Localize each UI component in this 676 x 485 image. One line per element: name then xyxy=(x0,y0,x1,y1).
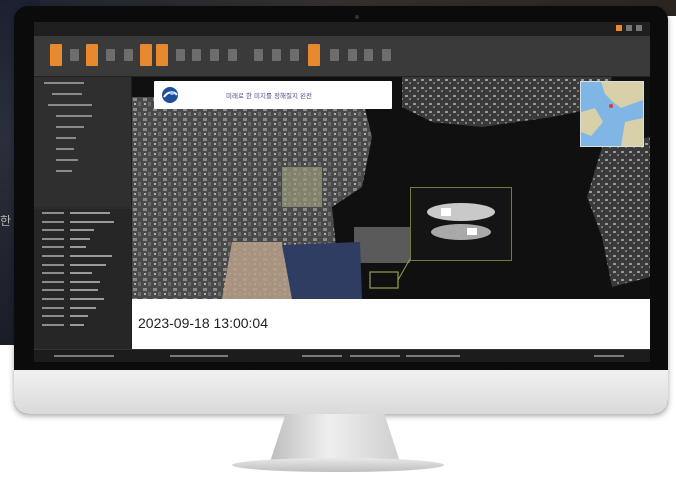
tool-draw-icon[interactable] xyxy=(210,49,219,61)
region-minimap[interactable] xyxy=(580,81,644,147)
property-row xyxy=(34,321,131,330)
tree-item[interactable] xyxy=(56,157,131,165)
tree-item[interactable] xyxy=(56,168,131,176)
title-bar xyxy=(34,22,650,36)
monitor-chin xyxy=(14,370,668,414)
tool-record-icon[interactable] xyxy=(308,44,320,66)
property-row xyxy=(34,243,131,252)
ship-closeup xyxy=(411,188,511,260)
timestamp-bar: 2023-09-18 13:00:04 xyxy=(132,299,650,349)
background-edge-label: 한 xyxy=(0,214,12,228)
globe-swirl-icon xyxy=(162,87,178,103)
tree-item[interactable] xyxy=(48,102,131,110)
tree-item[interactable] xyxy=(56,124,131,132)
tree-item[interactable] xyxy=(44,80,131,88)
property-row xyxy=(34,261,131,270)
property-row xyxy=(34,209,131,218)
tool-settings-icon[interactable] xyxy=(330,49,339,61)
property-row xyxy=(34,235,131,244)
pin-icon[interactable] xyxy=(616,25,622,31)
tool-text-icon[interactable] xyxy=(272,49,281,61)
app-window: 미래로 한 미지를 정해질지 왼전 2023-09-18 13:00:04 xyxy=(34,22,650,362)
monitor-stand-neck xyxy=(270,414,400,462)
property-row xyxy=(34,295,131,304)
tool-grid-icon[interactable] xyxy=(106,49,115,61)
camera-icon xyxy=(355,15,359,19)
layer-tree-panel xyxy=(34,77,132,207)
tree-item[interactable] xyxy=(56,113,131,121)
minimize-icon[interactable] xyxy=(626,25,632,31)
property-row xyxy=(34,218,131,227)
tool-select-icon[interactable] xyxy=(140,44,152,66)
tree-item[interactable] xyxy=(56,135,131,143)
property-row xyxy=(34,304,131,313)
window-controls xyxy=(616,25,642,31)
info-banner: 미래로 한 미지를 정해질지 왼전 xyxy=(154,81,392,109)
property-row xyxy=(34,278,131,287)
tree-item[interactable] xyxy=(52,91,131,99)
tree-item[interactable] xyxy=(56,146,131,154)
tool-open-icon[interactable] xyxy=(50,44,62,66)
tool-info-icon[interactable] xyxy=(364,49,373,61)
tool-filter-icon[interactable] xyxy=(382,49,391,61)
tool-measure-icon[interactable] xyxy=(156,44,168,66)
property-row xyxy=(34,286,131,295)
tool-shape-icon[interactable] xyxy=(254,49,263,61)
property-row xyxy=(34,269,131,278)
tool-pan-icon[interactable] xyxy=(192,49,201,61)
tool-line-icon[interactable] xyxy=(228,49,237,61)
tool-layer-icon[interactable] xyxy=(86,44,98,66)
property-row xyxy=(34,226,131,235)
status-bar xyxy=(34,349,650,362)
tool-help-icon[interactable] xyxy=(348,49,357,61)
minimap-graphic xyxy=(581,82,643,146)
tool-zoom-icon[interactable] xyxy=(176,49,185,61)
monitor-stand-base xyxy=(232,458,444,472)
tool-edit-icon[interactable] xyxy=(124,49,133,61)
tool-export-icon[interactable] xyxy=(290,49,299,61)
banner-title: 미래로 한 미지를 정해질지 왼전 xyxy=(226,92,313,100)
tool-save-icon[interactable] xyxy=(70,49,79,61)
zoom-inset-view[interactable] xyxy=(410,187,512,261)
properties-panel xyxy=(34,209,132,349)
property-row xyxy=(34,252,131,261)
satellite-map-view[interactable]: 미래로 한 미지를 정해질지 왼전 2023-09-18 13:00:04 xyxy=(132,77,650,349)
capture-timestamp: 2023-09-18 13:00:04 xyxy=(138,315,268,331)
close-icon[interactable] xyxy=(636,25,642,31)
property-row xyxy=(34,312,131,321)
toolbar-ribbon xyxy=(34,36,650,77)
